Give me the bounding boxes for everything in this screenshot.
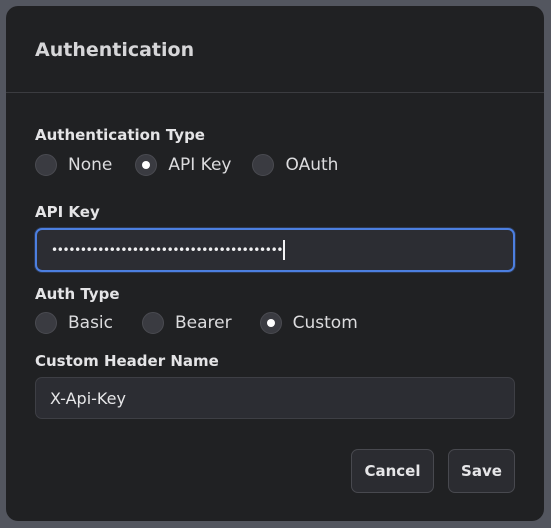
radio-oauth[interactable] [252, 154, 275, 176]
radio-bearer[interactable] [142, 312, 165, 334]
auth-type-label: Auth Type [35, 285, 120, 303]
custom-header-name-value: X-Api-Key [50, 388, 126, 408]
title-divider [6, 92, 544, 93]
radio-api-key-label: API Key [168, 155, 232, 175]
radio-option-bearer[interactable]: Bearer [142, 312, 232, 334]
dialog-title: Authentication [35, 39, 195, 61]
authentication-dialog: Authentication Authentication Type None … [6, 6, 544, 521]
auth-type-radio-group: Basic Bearer Custom [35, 310, 376, 336]
api-key-masked-value: •••••••••••••••••••••••••••••••••••••••• [51, 243, 283, 257]
custom-header-name-input[interactable]: X-Api-Key [35, 377, 515, 419]
save-button[interactable]: Save [448, 449, 515, 493]
text-caret [283, 240, 286, 260]
radio-api-key[interactable] [135, 154, 158, 176]
authentication-type-label: Authentication Type [35, 126, 205, 144]
radio-option-api-key[interactable]: API Key [135, 154, 231, 176]
radio-basic[interactable] [35, 312, 57, 334]
radio-custom[interactable] [259, 312, 282, 334]
radio-oauth-label: OAuth [285, 155, 339, 175]
radio-basic-label: Basic [68, 313, 114, 333]
radio-bearer-label: Bearer [175, 313, 232, 333]
radio-option-basic[interactable]: Basic [35, 312, 113, 334]
radio-none-label: None [68, 155, 113, 175]
radio-option-none[interactable]: None [35, 154, 112, 176]
api-key-label: API Key [35, 203, 100, 221]
radio-option-oauth[interactable]: OAuth [252, 154, 338, 176]
api-key-input[interactable]: •••••••••••••••••••••••••••••••••••••••• [35, 228, 515, 272]
authentication-type-radio-group: None API Key OAuth [35, 152, 356, 178]
radio-option-custom[interactable]: Custom [259, 312, 358, 334]
cancel-button[interactable]: Cancel [351, 449, 434, 493]
radio-none[interactable] [35, 154, 57, 176]
custom-header-name-label: Custom Header Name [35, 352, 219, 370]
radio-custom-label: Custom [292, 313, 358, 333]
